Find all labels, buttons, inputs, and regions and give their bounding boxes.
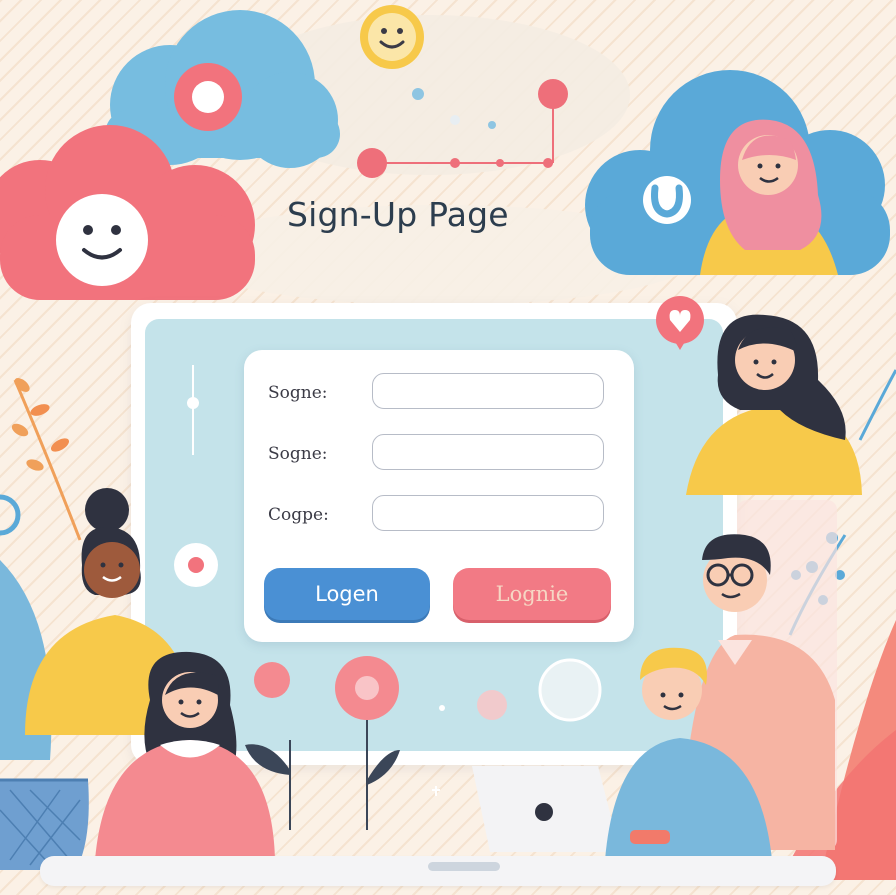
- plant-right: [780, 369, 896, 880]
- field-label-1: Sogne:: [268, 383, 328, 403]
- form-row-2: Sogne:: [268, 434, 612, 476]
- input-field-3[interactable]: [372, 495, 604, 531]
- monitor-stand: [40, 856, 836, 886]
- page-title: Sign-Up Page: [287, 195, 509, 234]
- secondary-button[interactable]: Lognie: [453, 568, 611, 620]
- input-field-2[interactable]: [372, 434, 604, 470]
- field-label-2: Sogne:: [268, 444, 328, 464]
- input-field-1[interactable]: [372, 373, 604, 409]
- cloud-right: [585, 70, 890, 275]
- field-label-3: Cogpe:: [268, 505, 329, 525]
- form-row-1: Sogne:: [268, 373, 612, 415]
- login-button[interactable]: Logen: [264, 568, 430, 620]
- form-row-3: Cogpe:: [268, 495, 612, 537]
- stand-notch: [428, 862, 500, 871]
- smiley-icon: [360, 5, 424, 69]
- signup-form-card: Sogne: Sogne: Cogpe: Logen Lognie: [244, 350, 634, 642]
